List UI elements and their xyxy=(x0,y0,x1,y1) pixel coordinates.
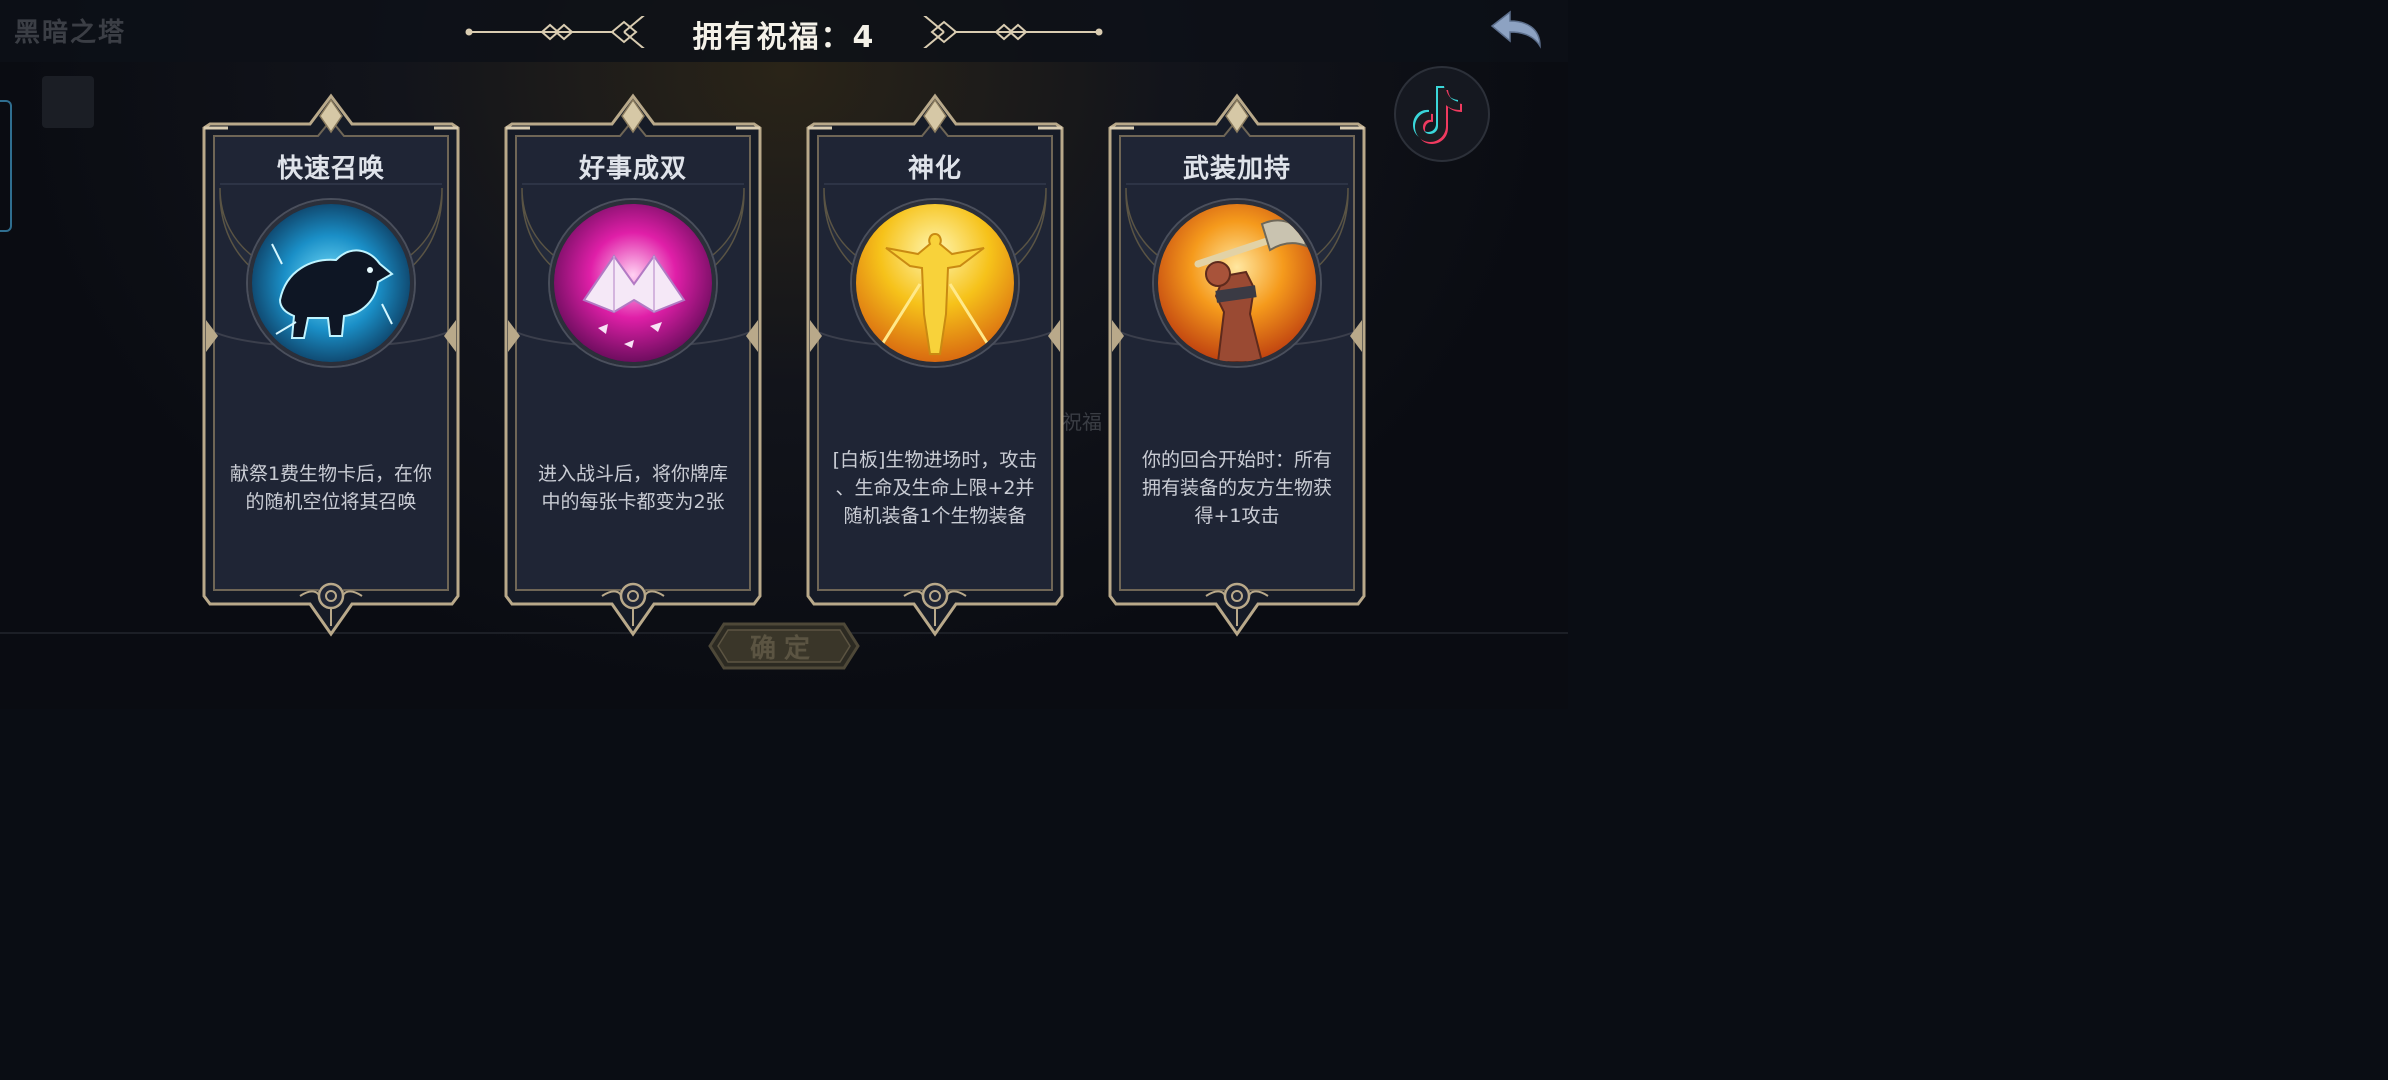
background-item-icon xyxy=(42,76,94,128)
blessing-card-3[interactable]: 神化 [白板]生物进场时，攻击 、生命及生命上限+2并 随机装备1个生物装备 xyxy=(804,92,1066,638)
tiktok-icon xyxy=(1413,86,1462,144)
card-title: 神化 xyxy=(907,154,962,184)
back-arrow-icon xyxy=(1490,10,1541,49)
card-description: [白板]生物进场时，攻击 、生命及生命上限+2并 随机装备1个生物装备 xyxy=(818,446,1052,530)
description-line: [白板]生物进场时，攻击 xyxy=(832,449,1038,471)
tiktok-button[interactable] xyxy=(1394,66,1490,162)
description-line: 进入战斗后，将你牌库 xyxy=(537,463,728,485)
description-line: 的随机空位将其召唤 xyxy=(245,491,417,513)
armed-fist-axe-icon xyxy=(1154,200,1320,366)
card-description: 进入战斗后，将你牌库 中的每张卡都变为2张 xyxy=(516,460,750,516)
card-title: 好事成双 xyxy=(578,154,687,184)
card-description: 你的回合开始时：所有 拥有装备的友方生物获 得+1攻击 xyxy=(1120,446,1354,530)
blessing-card-1[interactable]: 快速召唤 献祭1费生物卡后，在你 的随机空位将其召唤 xyxy=(200,92,462,638)
blessing-card-4[interactable]: 武装加持 你的回合开始时：所有 拥有装备的友方生物获 得+1攻击 xyxy=(1106,92,1368,638)
spectral-boar-icon xyxy=(248,200,414,366)
double-cards-icon xyxy=(550,200,716,366)
blessing-count-title: 拥有祝福：4 xyxy=(692,20,876,55)
right-ornament-icon xyxy=(923,16,1103,48)
description-line: 献祭1费生物卡后，在你 xyxy=(229,463,433,485)
description-line: 随机装备1个生物装备 xyxy=(843,505,1027,527)
description-line: 中的每张卡都变为2张 xyxy=(541,491,725,513)
description-line: 拥有装备的友方生物获 xyxy=(1141,477,1332,499)
golden-angel-icon xyxy=(852,200,1018,366)
confirm-button[interactable]: 确定 xyxy=(708,620,860,672)
card-description: 献祭1费生物卡后，在你 的随机空位将其召唤 xyxy=(214,460,448,516)
description-line: 、生命及生命上限+2并 xyxy=(835,477,1035,499)
confirm-label: 确定 xyxy=(749,634,818,664)
blessing-card-2[interactable]: 好事成双 进入战斗后，将你牌库 中的每张卡都变为2张 xyxy=(502,92,764,638)
background-side-tab xyxy=(0,100,12,232)
back-button[interactable] xyxy=(1488,8,1544,52)
description-line: 得+1攻击 xyxy=(1194,505,1280,527)
card-title: 武装加持 xyxy=(1182,154,1291,184)
description-line: 你的回合开始时：所有 xyxy=(1141,449,1332,471)
background-blessing-label: 祝福 xyxy=(1062,410,1102,434)
header: 拥有祝福：4 xyxy=(0,0,1568,62)
left-ornament-icon xyxy=(465,16,645,48)
card-title: 快速召唤 xyxy=(276,154,385,184)
